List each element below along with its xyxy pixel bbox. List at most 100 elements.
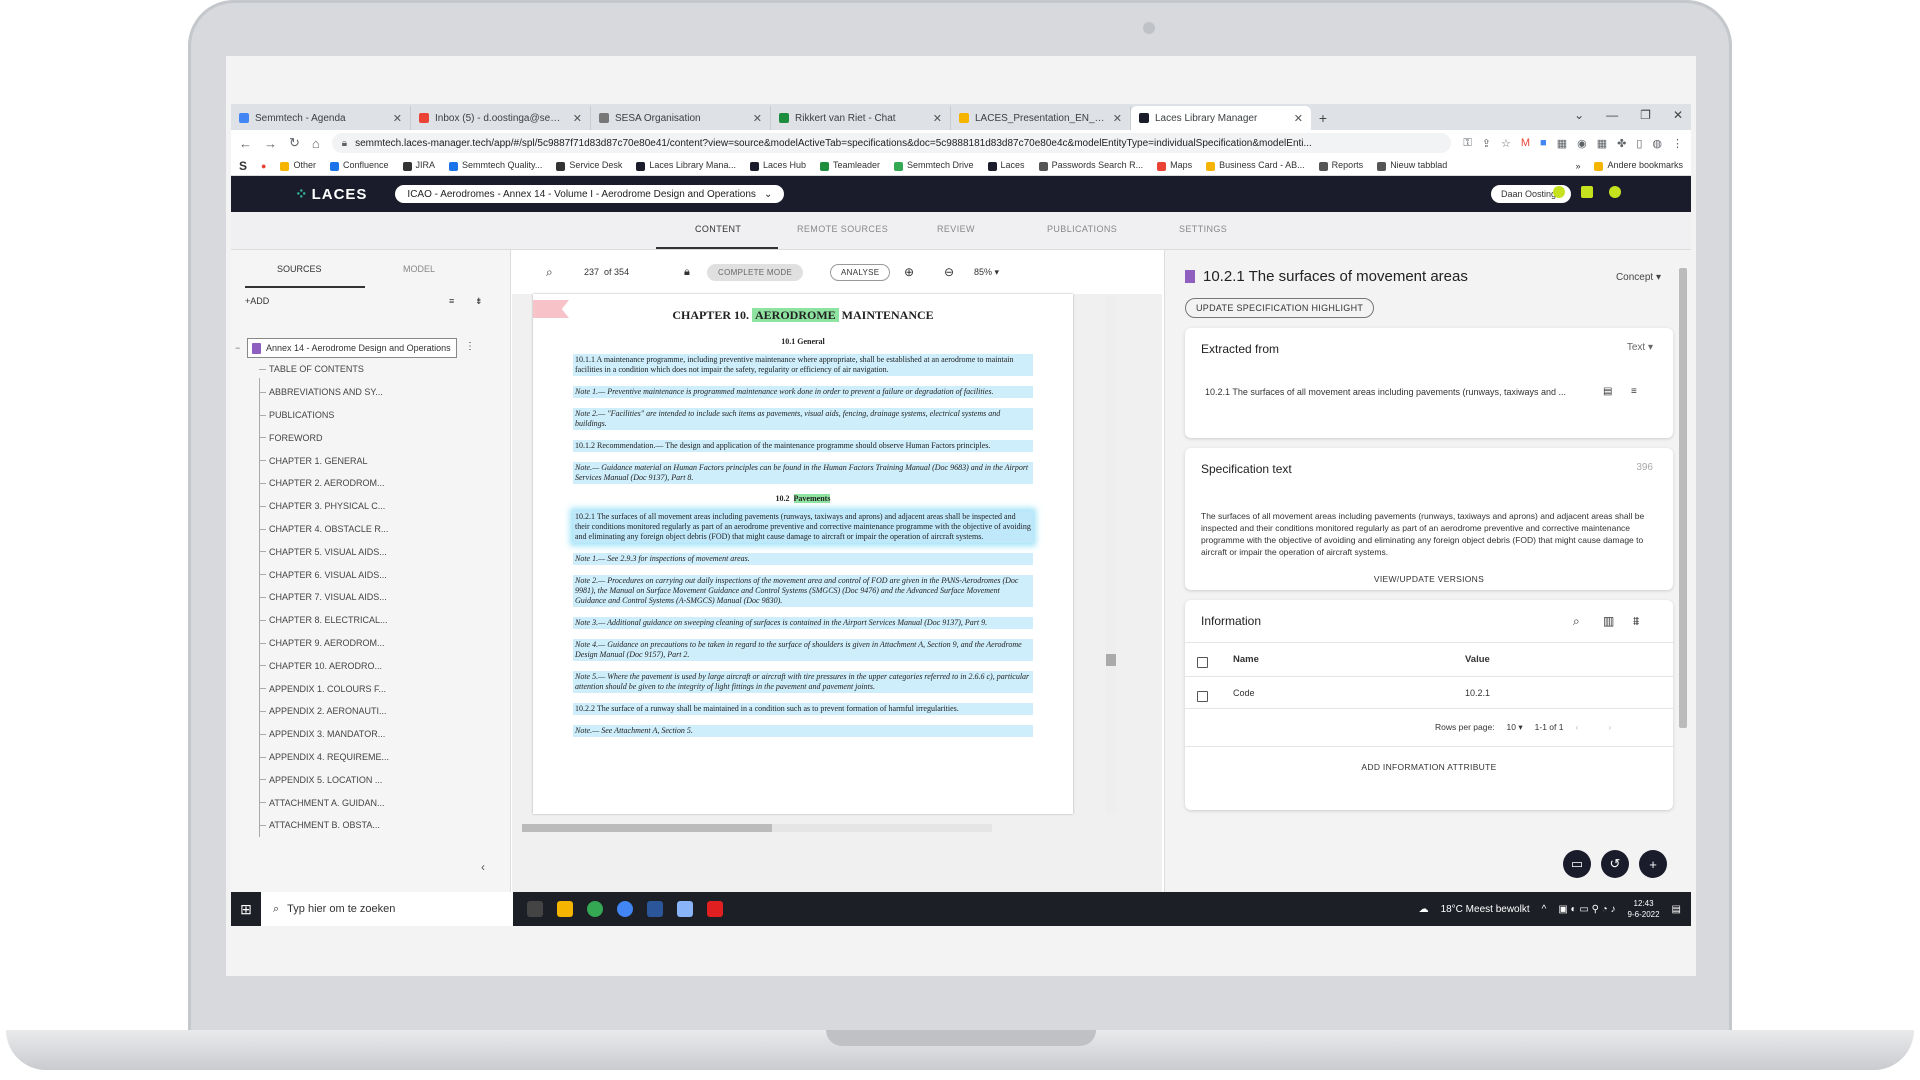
tray-icons[interactable]: ▣ ◐ ▭ ⚲ ◔ ♪ <box>1558 904 1615 915</box>
ext-icon[interactable]: ◉ <box>1577 137 1587 150</box>
notepad-icon[interactable] <box>677 901 693 917</box>
tab-model[interactable]: MODEL <box>403 264 435 274</box>
sort-icon[interactable]: ≡ <box>449 296 454 306</box>
search-icon[interactable]: ⌕ <box>546 265 553 280</box>
word-icon[interactable] <box>647 901 663 917</box>
bookmark-maps-icon[interactable]: ● <box>261 161 266 171</box>
minimize-button[interactable]: — <box>1606 108 1618 122</box>
tree-item[interactable]: CHAPTER 4. OBSTACLE R... <box>247 518 487 541</box>
complete-mode-button[interactable]: COMPLETE MODE <box>707 263 804 281</box>
close-window-button[interactable]: ✕ <box>1673 108 1683 122</box>
tree-item[interactable]: CHAPTER 6. VISUAL AIDS... <box>247 563 487 586</box>
close-icon[interactable]: ✕ <box>573 112 582 125</box>
bookmark[interactable]: JIRA <box>402 160 435 171</box>
tree-toggle-icon[interactable]: − <box>235 343 240 353</box>
bookmark[interactable]: Passwords Search R... <box>1038 160 1143 171</box>
windows-start-icon[interactable]: ⊞ <box>231 901 261 918</box>
tree-item[interactable]: FOREWORD <box>247 426 487 449</box>
horizontal-scrollbar[interactable] <box>522 824 992 832</box>
close-icon[interactable]: ✕ <box>753 112 762 125</box>
zoom-select[interactable]: 85% ▾ <box>974 267 999 278</box>
paragraph-note[interactable]: Note 5.— Where the pavement is used by l… <box>573 671 1033 693</box>
lock-icon[interactable]: 🔒︎ <box>684 266 690 279</box>
menu-icon[interactable]: ⋮ <box>1672 137 1683 150</box>
tree-item[interactable]: APPENDIX 2. AERONAUTI... <box>247 700 487 723</box>
back-icon[interactable]: ← <box>239 136 252 151</box>
tree-item[interactable]: CHAPTER 2. AERODROM... <box>247 472 487 495</box>
tab-review[interactable]: REVIEW <box>937 224 975 234</box>
paragraph-note[interactable]: Note 2.— "Facilities" are intended to in… <box>573 408 1033 430</box>
key-icon[interactable]: ⚿ <box>1463 137 1471 150</box>
page-input[interactable]: 237 of 354 <box>584 267 629 277</box>
bookmark[interactable]: Reports <box>1318 160 1363 171</box>
bookmark-s-icon[interactable]: S <box>239 159 247 173</box>
bookmark[interactable]: Laces Library Mana... <box>636 160 736 171</box>
reload-icon[interactable]: ↻ <box>289 135 300 151</box>
share-icon[interactable]: ⇪ <box>1482 137 1491 150</box>
browser-tab[interactable]: Rikkert van Riet - Chat ✕ <box>771 106 951 130</box>
laces-logo[interactable]: ⁘ LACES <box>295 185 367 203</box>
close-icon[interactable]: ✕ <box>1294 112 1303 125</box>
new-tab-button[interactable]: + <box>1311 106 1335 130</box>
bookmark[interactable]: Maps <box>1157 160 1192 171</box>
select-all-checkbox[interactable] <box>1197 654 1208 672</box>
scroll-thumb[interactable] <box>1106 654 1116 666</box>
collapse-all-icon[interactable]: ⇟ <box>475 296 483 307</box>
tab-publications[interactable]: PUBLICATIONS <box>1047 224 1117 234</box>
paragraph-note[interactable]: Note.— See Attachment A, Section 5. <box>573 725 1033 737</box>
bookmark[interactable]: Nieuw tabblad <box>1377 160 1447 171</box>
bookmark[interactable]: Confluence <box>329 160 389 171</box>
tab-content[interactable]: CONTENT <box>695 224 741 234</box>
next-page-icon[interactable]: › <box>1608 722 1611 733</box>
bookmarks-overflow-icon[interactable]: » <box>1575 161 1580 171</box>
tree-item[interactable]: CHAPTER 1. GENERAL <box>247 449 487 472</box>
rows-per-page-select[interactable]: 10 ▾ <box>1507 722 1523 733</box>
ext-icon[interactable]: ▦ <box>1557 137 1567 150</box>
paragraph-note[interactable]: Note.— Guidance material on Human Factor… <box>573 462 1033 484</box>
paragraph-selected[interactable]: 10.2.1 The surfaces of all movement area… <box>573 511 1033 543</box>
browser-tab[interactable]: SESA Organisation ✕ <box>591 106 771 130</box>
sidepanel-icon[interactable]: ▯ <box>1636 137 1642 150</box>
info-icon[interactable] <box>1609 186 1621 198</box>
profile-icon[interactable]: ◍ <box>1652 137 1662 150</box>
tree-item[interactable]: APPENDIX 3. MANDATOR... <box>247 723 487 746</box>
tree-item[interactable]: APPENDIX 5. LOCATION ... <box>247 768 487 791</box>
concept-dropdown[interactable]: Concept ▾ <box>1616 272 1661 283</box>
forward-icon[interactable]: → <box>264 136 277 151</box>
paragraph[interactable]: 10.1.1 A maintenance programme, includin… <box>573 354 1033 376</box>
close-icon[interactable]: ✕ <box>1113 112 1122 125</box>
column-name[interactable]: Name <box>1233 654 1259 665</box>
home-icon[interactable]: ⌂ <box>312 136 320 151</box>
update-highlight-button[interactable]: UPDATE SPECIFICATION HIGHLIGHT <box>1185 298 1375 318</box>
notification-icon[interactable]: ▤ <box>1672 904 1681 915</box>
bookmark[interactable]: Service Desk <box>556 160 622 171</box>
add-icon[interactable]: + <box>1639 850 1667 878</box>
browser-tab[interactable]: Inbox (5) - d.oostinga@semmtech ✕ <box>411 106 591 130</box>
puzzle-icon[interactable]: ✤ <box>1617 137 1626 150</box>
gmail-ext-icon[interactable]: M <box>1521 137 1530 150</box>
url-field[interactable]: 🔒︎ semmtech.laces-manager.tech/app/#/spl/… <box>331 133 1452 153</box>
paragraph-note[interactable]: Note 3.— Additional guidance on sweeping… <box>573 617 1033 629</box>
add-attribute-button[interactable]: ADD INFORMATION ATTRIBUTE <box>1185 762 1673 772</box>
document-icon[interactable]: ▤ <box>1603 386 1612 397</box>
text-align-icon[interactable]: ≡ <box>1631 386 1637 397</box>
more-icon[interactable]: ⋮ <box>465 341 475 352</box>
close-icon[interactable]: ✕ <box>933 112 942 125</box>
tree-item[interactable]: CHAPTER 9. AERODROM... <box>247 632 487 655</box>
filter-icon[interactable]: ⩩ <box>1633 614 1639 629</box>
paragraph-note[interactable]: Note 1.— See 2.9.3 for inspections of mo… <box>573 553 1033 565</box>
account-icon[interactable] <box>1553 186 1565 198</box>
view-versions-button[interactable]: VIEW/UPDATE VERSIONS <box>1185 574 1673 584</box>
browser-tab[interactable]: LACES_Presentation_EN_Product ✕ <box>951 106 1131 130</box>
tree-item[interactable]: CHAPTER 10. AERODRO... <box>247 654 487 677</box>
columns-icon[interactable]: ▥ <box>1603 614 1614 628</box>
chrome-icon[interactable] <box>587 901 603 917</box>
zoom-out-icon[interactable]: ⊖ <box>944 265 954 279</box>
vertical-scrollbar[interactable] <box>1106 294 1116 814</box>
tab-remote-sources[interactable]: REMOTE SOURCES <box>797 224 888 234</box>
bookmark[interactable]: Other <box>280 160 316 171</box>
grid-icon[interactable]: ▦ <box>1597 137 1607 150</box>
chevron-down-icon[interactable]: ⌄ <box>1574 108 1584 122</box>
chrome-profile-icon[interactable] <box>617 901 633 917</box>
tree-item[interactable]: APPENDIX 1. COLOURS F... <box>247 677 487 700</box>
